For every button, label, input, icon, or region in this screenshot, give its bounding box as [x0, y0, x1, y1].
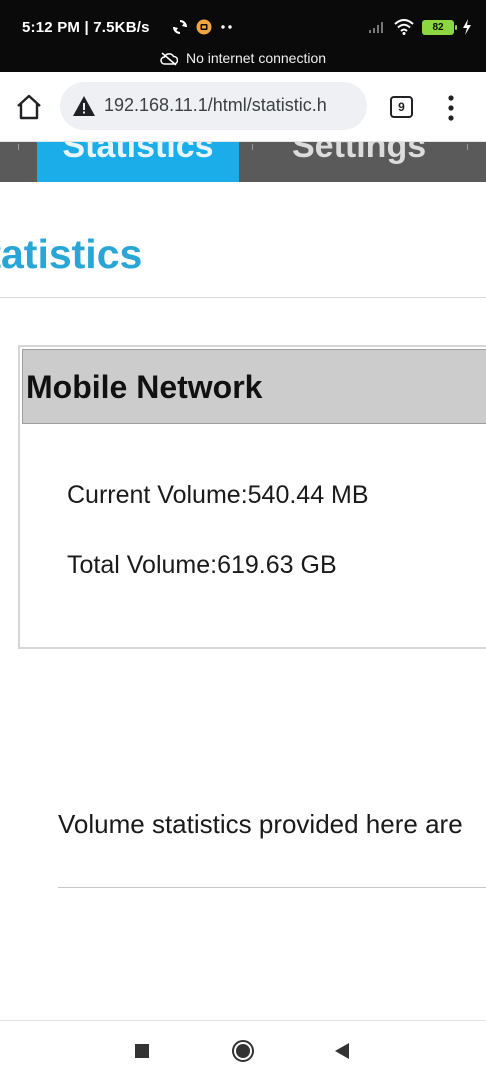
status-time: 5:12 PM | 7.5KB/s	[22, 19, 150, 36]
nav-separator	[18, 144, 19, 150]
phone-screen: 5:12 PM | 7.5KB/s 82 No internet connect…	[0, 0, 486, 1080]
web-content: Statistics Settings Statistics Mobile Ne…	[0, 142, 486, 1020]
sync-icon	[173, 20, 187, 34]
cloud-off-icon	[160, 52, 178, 66]
browser-toolbar: 192.168.11.1/html/statistic.h 9	[0, 72, 486, 142]
tab-count: 9	[398, 100, 405, 114]
system-nav-bar	[0, 1020, 486, 1080]
battery-icon: 82	[422, 19, 457, 35]
charging-icon	[463, 19, 471, 35]
overflow-menu-icon[interactable]	[446, 94, 456, 122]
notification-app-icon	[196, 19, 212, 35]
wifi-icon	[394, 19, 414, 35]
address-bar[interactable]: 192.168.11.1/html/statistic.h	[60, 82, 367, 130]
total-volume: Total Volume:619.63 GB	[67, 551, 337, 579]
status-left-icons	[172, 19, 234, 35]
router-nav-bar: Statistics Settings	[0, 142, 486, 182]
battery-level: 82	[432, 21, 444, 33]
offline-text: No internet connection	[185, 50, 327, 66]
signal-icon	[369, 22, 383, 33]
current-volume: Current Volume:540.44 MB	[67, 481, 369, 509]
volume-note: Volume statistics provided here are	[58, 809, 463, 839]
home-icon[interactable]	[14, 92, 44, 122]
offline-banner: No internet connection	[0, 50, 486, 66]
more-dots-icon	[221, 25, 232, 29]
note-divider	[58, 887, 486, 888]
status-right-icons: 82	[368, 19, 472, 35]
nav-separator	[467, 144, 468, 150]
nav-separator	[252, 144, 253, 150]
panel-header: Mobile Network	[22, 349, 486, 424]
back-triangle-icon[interactable]	[334, 1042, 350, 1060]
url-text[interactable]: 192.168.11.1/html/statistic.h	[104, 95, 360, 116]
mobile-network-panel: Mobile Network Current Volume:540.44 MB …	[18, 345, 486, 649]
tab-settings[interactable]: Settings	[292, 142, 486, 182]
panel-title: Mobile Network	[26, 369, 263, 405]
page-title: Statistics	[0, 231, 143, 277]
recents-square-icon[interactable]	[134, 1043, 150, 1059]
status-bar: 5:12 PM | 7.5KB/s 82 No internet connect…	[0, 0, 486, 72]
not-secure-warning-icon[interactable]	[72, 95, 96, 117]
tab-switcher-icon[interactable]: 9	[390, 96, 413, 118]
home-circle-icon[interactable]	[231, 1039, 255, 1063]
tab-statistics[interactable]: Statistics	[37, 142, 239, 182]
title-divider	[0, 297, 486, 298]
